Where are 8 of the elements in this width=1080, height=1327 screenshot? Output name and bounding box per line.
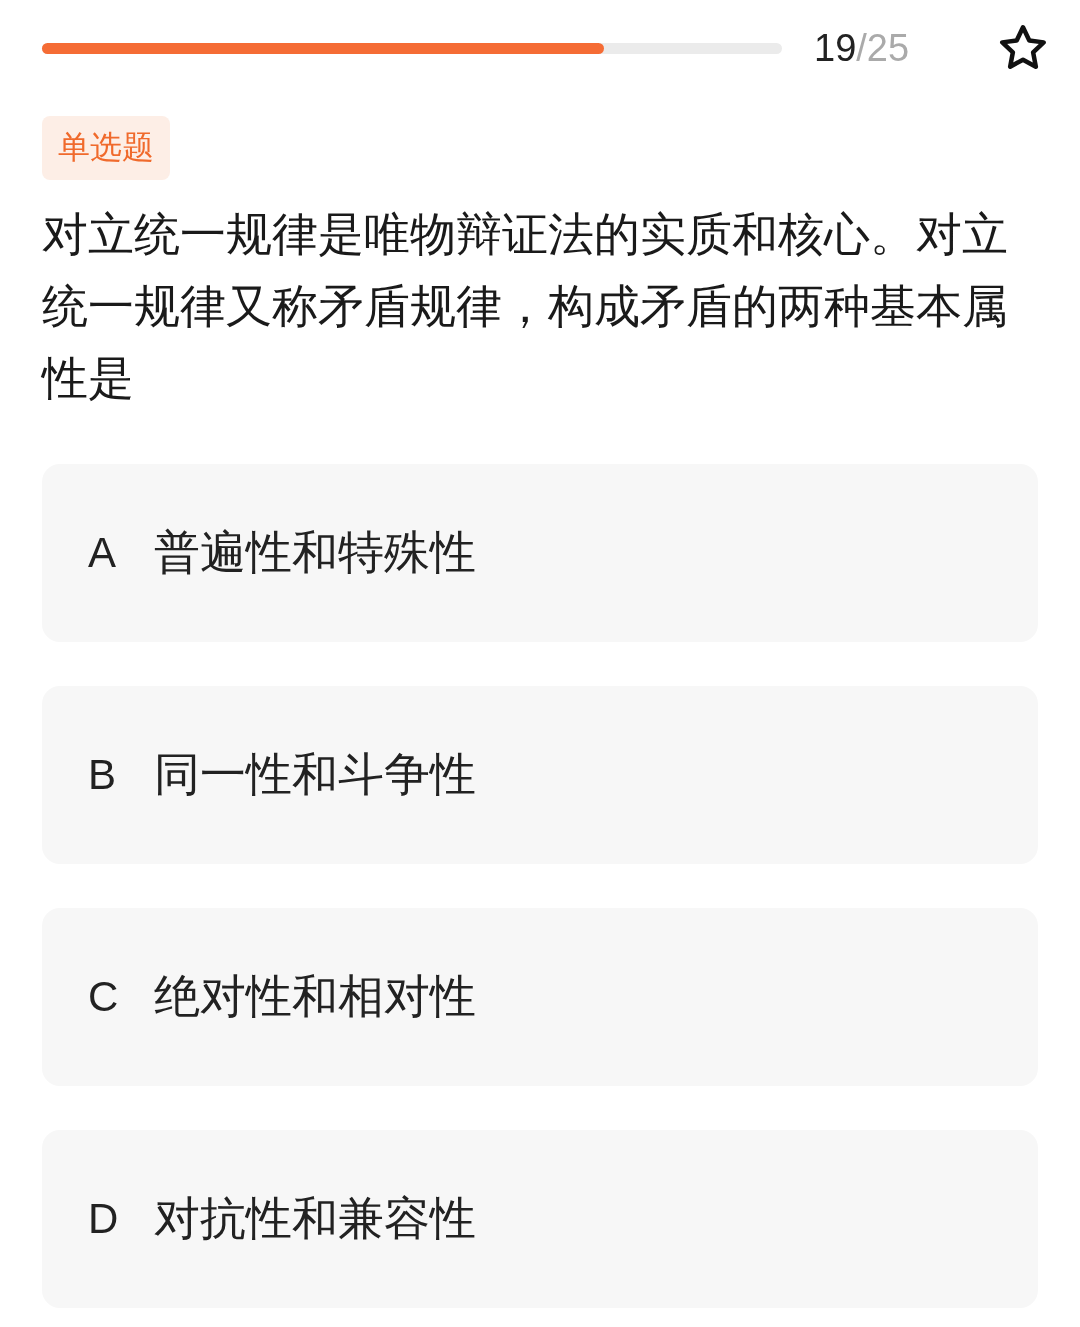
- answer-option[interactable]: D 对抗性和兼容性: [42, 1130, 1038, 1308]
- answer-option[interactable]: C 绝对性和相对性: [42, 908, 1038, 1086]
- question-type-tag: 单选题: [42, 116, 170, 180]
- question-total: /25: [856, 26, 910, 69]
- question-counter: 19: [814, 26, 857, 69]
- answer-option[interactable]: B 同一性和斗争性: [42, 686, 1038, 864]
- answer-option[interactable]: A 普遍性和特殊性: [42, 464, 1038, 642]
- question-text: 对立统一规律是唯物辩证法的实质和核心。对立统一规律又称矛盾规律，构成矛盾的两种基本属性是: [42, 206, 1009, 407]
